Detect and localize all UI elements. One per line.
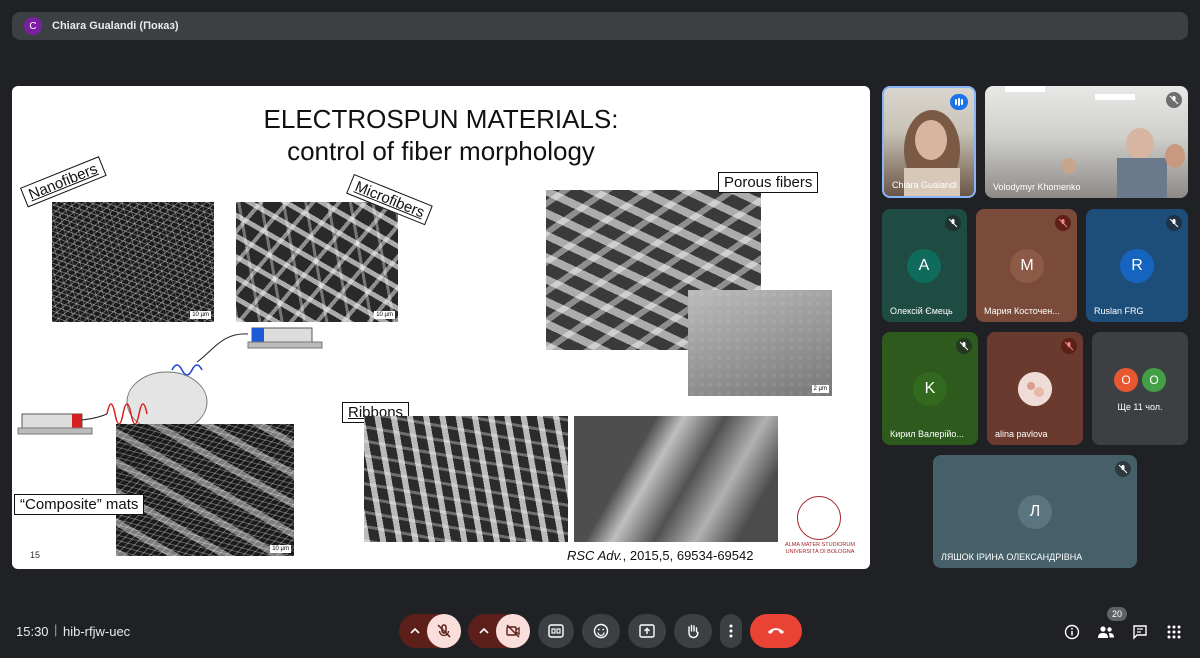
syringe-top-plunger: [252, 328, 264, 342]
reactions-button[interactable]: [582, 614, 620, 648]
university-seal: [797, 496, 841, 540]
microfibers-image: 10 µm: [236, 202, 398, 322]
mic-off-icon: [1166, 92, 1182, 108]
ribbons-image-2: [574, 416, 778, 542]
presenter-avatar: C: [24, 17, 42, 35]
participant-tile-ruslan[interactable]: R Ruslan FRG: [1086, 209, 1188, 322]
meeting-code: hib-rfjw-uec: [63, 624, 131, 639]
participant-tile-presenter[interactable]: Chiara Gualandi: [882, 86, 976, 198]
participant-name: ЛЯШОК ІРИНА ОЛЕКСАНДРІВНА: [941, 552, 1083, 562]
avatar: Л: [1018, 495, 1052, 529]
clock: 15:30: [16, 624, 49, 639]
participant-name: Volodymyr Khomenko: [993, 182, 1081, 192]
mic-off-icon: [945, 215, 961, 231]
syringe-top-base: [247, 341, 323, 349]
nanofibers-image: 10 µm: [52, 202, 214, 322]
more-vert-icon: [729, 624, 733, 638]
more-participants-tile[interactable]: O O Ще 11 чол.: [1092, 332, 1188, 445]
mic-off-icon: [956, 338, 972, 354]
chevron-up-icon: [410, 627, 420, 634]
people-icon: [1098, 626, 1114, 638]
scalebar: 10 µm: [190, 311, 211, 319]
avatar: O: [1142, 368, 1166, 392]
speaking-indicator-icon: [950, 94, 968, 110]
avatar: O: [1114, 368, 1138, 392]
camera-off-icon: [506, 624, 520, 638]
syringe-bottom-base: [17, 427, 93, 435]
mic-options-button[interactable]: [405, 614, 425, 648]
participant-tile-oleksii[interactable]: A Олексій Ємець: [882, 209, 967, 322]
more-participants-label: Ще 11 чол.: [1117, 402, 1163, 412]
present-screen-icon: [639, 624, 655, 638]
participant-tile-mariya[interactable]: M Мария Косточен...: [976, 209, 1077, 322]
participant-name: Кирил Валерійо...: [890, 429, 964, 439]
emoji-icon: [593, 623, 609, 639]
composite-label: “Composite” mats: [14, 494, 145, 515]
avatar: K: [913, 372, 947, 406]
chat-button[interactable]: [1130, 622, 1150, 642]
apps-grid-icon: [1167, 625, 1181, 639]
hand-icon: [688, 624, 699, 639]
tube-red: [81, 413, 108, 421]
scalebar: 10 µm: [374, 311, 395, 319]
presenter-bar: C Chiara Gualandi (Показ): [12, 12, 1188, 40]
chevron-up-icon: [479, 627, 489, 634]
phone-hangup-icon: [768, 628, 784, 634]
ribbons-image-1: [364, 416, 568, 542]
camera-toggle-button[interactable]: [496, 614, 530, 648]
info-icon: [1064, 624, 1080, 640]
participant-tile-alina[interactable]: alina pavlova: [987, 332, 1083, 445]
participant-tile-liashok[interactable]: Л ЛЯШОК ІРИНА ОЛЕКСАНДРІВНА: [933, 455, 1137, 568]
mic-off-icon: [1061, 338, 1077, 354]
camera-options-button[interactable]: [474, 614, 494, 648]
chat-icon: [1133, 625, 1147, 640]
present-button[interactable]: [628, 614, 666, 648]
end-call-button[interactable]: [750, 614, 802, 648]
porous-closeup-image: 2 µm: [688, 290, 832, 396]
mic-off-icon: [1055, 215, 1071, 231]
profile-photo-icon: [1018, 372, 1052, 406]
separator: |: [54, 622, 58, 637]
avatar: R: [1120, 249, 1154, 283]
university-seal-text: ALMA MATER STUDIORUM UNIVERSITÀ DI BOLOG…: [785, 542, 855, 555]
mic-off-icon: [1115, 461, 1131, 477]
slide-title: ELECTROSPUN MATERIALS:: [263, 104, 619, 134]
avatar: M: [1010, 249, 1044, 283]
mic-off-icon: [1166, 215, 1182, 231]
slide-number: 15: [30, 550, 41, 560]
presenter-name: Chiara Gualandi (Показ): [52, 20, 179, 32]
meeting-info-button[interactable]: [1062, 622, 1082, 642]
scalebar: 10 µm: [270, 545, 291, 553]
participant-name: alina pavlova: [995, 429, 1048, 439]
tube-blue: [196, 333, 249, 363]
mic-control-group: [399, 614, 461, 648]
raise-hand-button[interactable]: [674, 614, 712, 648]
slide-subtitle: control of fiber morphology: [287, 136, 595, 166]
participant-count-badge: 20: [1107, 607, 1127, 621]
captions-button[interactable]: [538, 614, 574, 648]
syringe-bottom-plunger: [72, 414, 82, 428]
porous-fibers-label: Porous fibers: [718, 172, 819, 193]
shared-slide: ELECTROSPUN MATERIALS: control of fiber …: [12, 86, 870, 569]
people-button[interactable]: [1096, 622, 1116, 642]
participant-tile-kyrylo[interactable]: K Кирил Валерійо...: [882, 332, 978, 445]
participant-tile-volodymyr[interactable]: Volodymyr Khomenko: [985, 86, 1188, 198]
activities-button[interactable]: [1164, 622, 1184, 642]
mic-off-icon: [437, 624, 451, 638]
composite-mats-image: 10 µm: [116, 424, 294, 556]
participant-name: Ruslan FRG: [1094, 306, 1144, 316]
camera-control-group: [468, 614, 530, 648]
mic-toggle-button[interactable]: [427, 614, 461, 648]
participant-name: Олексій Ємець: [890, 306, 953, 316]
citation: RSC Adv., 2015,5, 69534-69542: [567, 548, 754, 563]
drum: [126, 371, 208, 433]
captions-icon: [548, 624, 564, 638]
participant-name: Chiara Gualandi: [892, 180, 958, 190]
participant-name: Мария Косточен...: [984, 306, 1060, 316]
avatar: [1018, 372, 1052, 406]
scalebar: 2 µm: [811, 385, 829, 393]
more-options-button[interactable]: [720, 614, 742, 648]
avatar: A: [907, 249, 941, 283]
